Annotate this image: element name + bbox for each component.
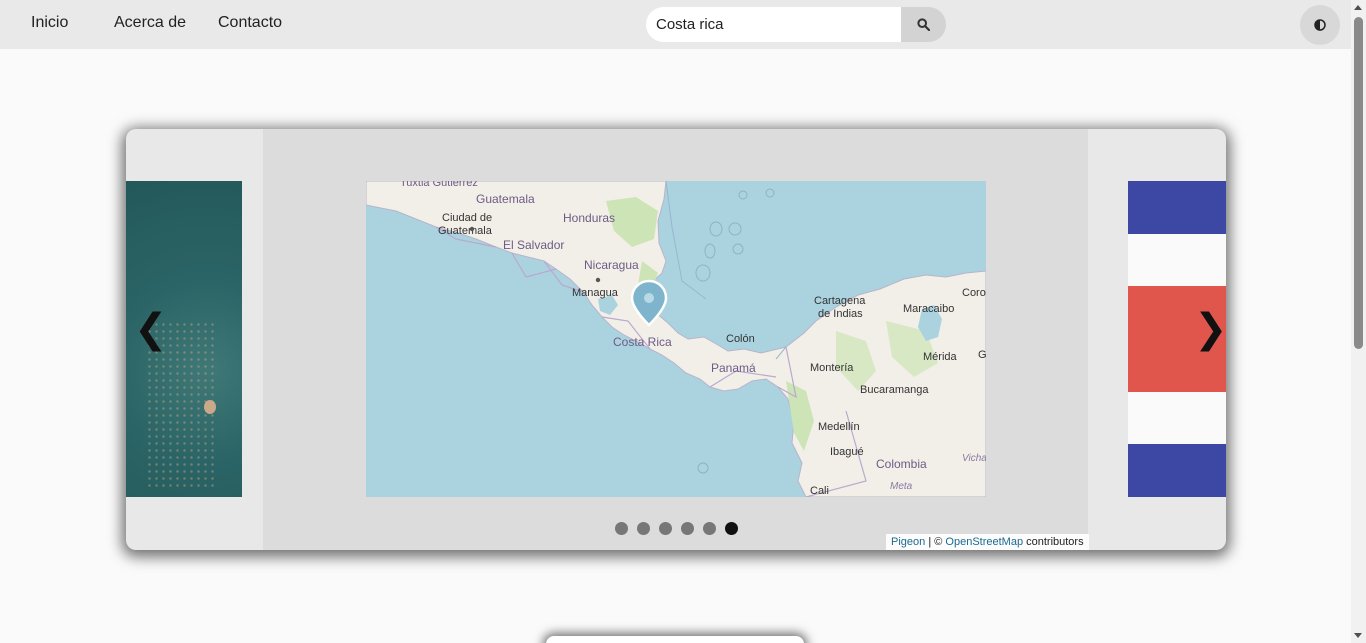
- map-label-cartagena-2: de Indias: [818, 308, 863, 320]
- map-label-panama: Panamá: [711, 361, 756, 375]
- scroll-up-icon[interactable]: [1354, 5, 1362, 10]
- map-label-colombia: Colombia: [876, 457, 927, 471]
- map-label-cali: Cali: [810, 485, 829, 497]
- map-label-el-salvador: El Salvador: [503, 238, 564, 252]
- openstreetmap-link[interactable]: OpenStreetMap: [945, 536, 1023, 548]
- slide-dot-1[interactable]: [615, 522, 628, 535]
- content-card: [546, 636, 804, 643]
- map-label-colon: Colón: [726, 333, 755, 345]
- attribution-suffix: contributors: [1023, 536, 1084, 548]
- search-input[interactable]: [646, 7, 901, 42]
- theme-toggle-button[interactable]: [1300, 5, 1340, 45]
- map-label-guatemala: Guatemala: [476, 192, 535, 206]
- slide-dot-5[interactable]: [703, 522, 716, 535]
- top-navbar: Inicio Acerca de Contacto: [0, 0, 1351, 49]
- search-bar: [646, 7, 946, 42]
- map-label-bucaramanga: Bucaramanga: [860, 384, 929, 396]
- map-label-ciudad-guatemala-2: Guatemala: [438, 225, 493, 237]
- map-label-ibague: Ibagué: [830, 446, 864, 458]
- map-label-maracaibo: Maracaibo: [903, 303, 954, 315]
- map-label-costa-rica: Costa Rica: [613, 335, 672, 349]
- map-label-honduras: Honduras: [563, 211, 615, 225]
- aerial-blob: [204, 400, 216, 414]
- pigeon-link[interactable]: Pigeon: [891, 536, 925, 548]
- slide-dot-2[interactable]: [637, 522, 650, 535]
- contrast-icon: [1314, 19, 1326, 31]
- map-image[interactable]: Tuxtla Gutiérrez Guatemala Ciudad de Gua…: [366, 181, 986, 497]
- map-label-ciudad-guatemala-1: Ciudad de: [442, 212, 492, 224]
- page-scrollbar[interactable]: [1351, 0, 1366, 643]
- scroll-thumb[interactable]: [1354, 17, 1363, 349]
- map-label-merida: Mérida: [923, 351, 958, 363]
- slide-dot-6-active[interactable]: [725, 522, 738, 535]
- scroll-down-icon[interactable]: [1354, 633, 1362, 638]
- map-label-g: G: [978, 349, 986, 361]
- next-arrow-button[interactable]: ❯: [1194, 309, 1226, 349]
- map-label-monteria: Montería: [810, 362, 854, 374]
- map-label-tuxtla: Tuxtla Gutiérrez: [400, 181, 478, 189]
- slide-dot-4[interactable]: [681, 522, 694, 535]
- map-label-vichada: Vicha: [962, 453, 986, 464]
- attribution-separator: | ©: [925, 536, 946, 548]
- nav-link-inicio[interactable]: Inicio: [31, 14, 68, 32]
- map-label-nicaragua: Nicaragua: [584, 258, 639, 272]
- image-carousel: Tuxtla Gutiérrez Guatemala Ciudad de Gua…: [126, 129, 1226, 550]
- search-icon: [917, 18, 930, 31]
- nav-link-acerca[interactable]: Acerca de: [114, 14, 186, 32]
- map-svg: Tuxtla Gutiérrez Guatemala Ciudad de Gua…: [366, 181, 986, 497]
- previous-arrow-button[interactable]: ❮: [134, 309, 168, 349]
- map-label-managua: Managua: [572, 287, 619, 299]
- nav-link-contacto[interactable]: Contacto: [218, 14, 282, 32]
- map-label-cartagena-1: Cartagena: [814, 295, 866, 307]
- map-label-coro: Coro: [962, 287, 986, 299]
- map-label-medellin: Medellín: [818, 421, 860, 433]
- map-attribution: Pigeon | © OpenStreetMap contributors: [886, 534, 1089, 550]
- slide-dot-3[interactable]: [659, 522, 672, 535]
- search-button[interactable]: [901, 7, 946, 42]
- map-label-meta: Meta: [890, 481, 913, 492]
